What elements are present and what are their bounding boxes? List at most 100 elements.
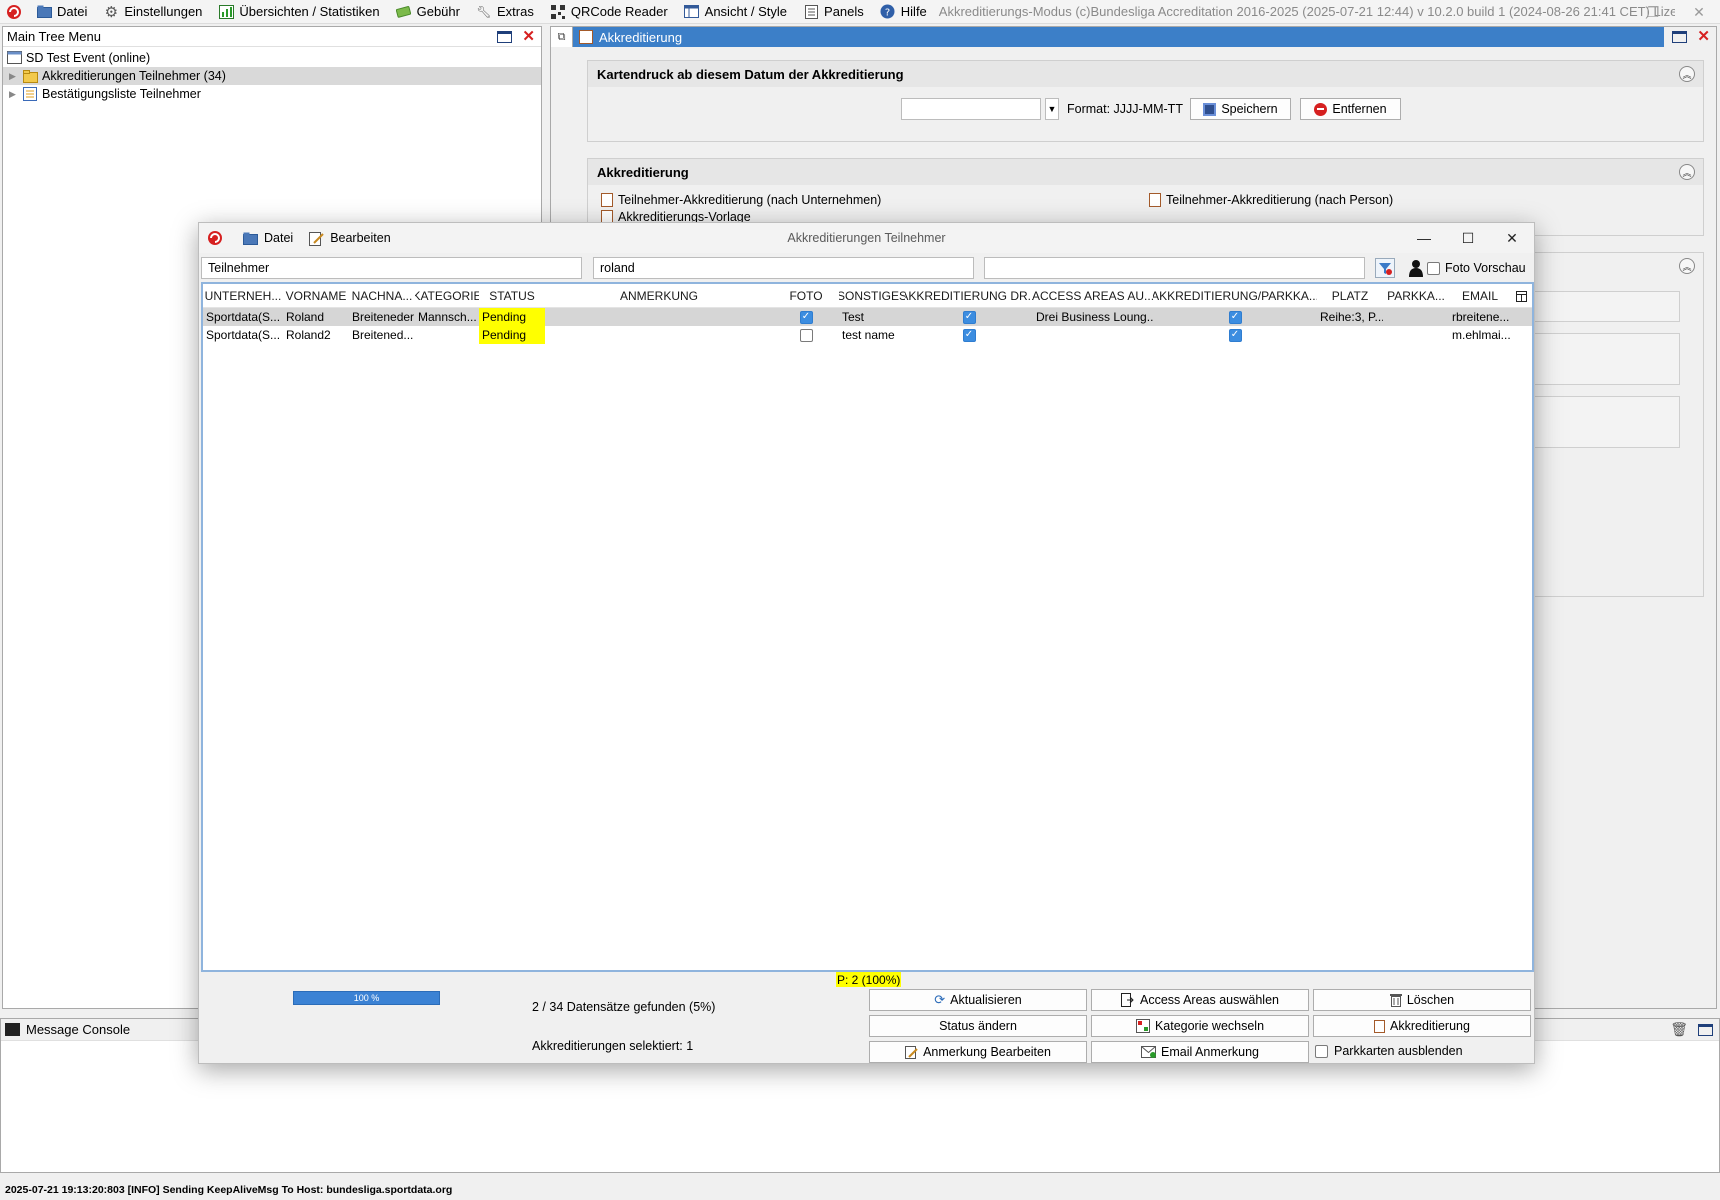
col-header-parkkarte[interactable]: PARKKA... <box>1383 284 1449 308</box>
cell-nachname: Breitened... <box>352 328 414 342</box>
maximize-dialog-button[interactable]: ☐ <box>1446 223 1490 253</box>
date-dropdown-button[interactable]: ▼ <box>1045 98 1059 120</box>
parkkarten-ausblenden-label: Parkkarten ausblenden <box>1334 1044 1463 1058</box>
filter-type-input[interactable] <box>201 257 582 279</box>
kartendruck-section: Kartendruck ab diesem Datum der Akkredit… <box>587 60 1704 142</box>
menu-gebuehr[interactable]: Gebühr <box>388 0 468 23</box>
col-header-sonstiges[interactable]: SONSTIGES <box>839 284 905 308</box>
wrench-icon: 🔧︎ <box>476 4 492 19</box>
filter-extra-input[interactable] <box>984 257 1365 279</box>
save-icon <box>1203 102 1217 116</box>
table-row[interactable]: Sportdata(S... Roland Breiteneder Mannsc… <box>203 308 1532 326</box>
col-header-vorname[interactable]: VORNAME <box>283 284 349 308</box>
collapse-icon[interactable]: ︽ <box>1679 164 1695 180</box>
close-panel-icon[interactable]: ✕ <box>522 29 535 44</box>
akk-druck-checkbox[interactable]: ✓ <box>962 328 976 342</box>
cell-status: Pending <box>479 308 545 326</box>
trash-icon[interactable]: 🗑︎ <box>1670 1021 1688 1038</box>
close-dialog-button[interactable]: ✕ <box>1490 223 1534 253</box>
link-person-label: Teilnehmer-Akkreditierung (nach Person) <box>1166 193 1394 207</box>
menu-extras-label: Extras <box>496 4 534 19</box>
tree-item-event-label: SD Test Event (online) <box>26 51 151 65</box>
date-input[interactable] <box>901 98 1041 120</box>
copy-icon[interactable]: ⧉ <box>551 27 573 47</box>
akk-druck-checkbox[interactable]: ✓ <box>962 310 976 324</box>
collapse-icon[interactable]: ︽ <box>1679 258 1695 274</box>
anmerkung-bearbeiten-button[interactable]: Anmerkung Bearbeiten <box>869 1041 1087 1063</box>
akkreditierungen-dialog: Datei Bearbeiten Akkreditierungen Teilne… <box>198 222 1535 1064</box>
foto-vorschau-checkbox[interactable] <box>1427 262 1440 275</box>
expand-arrow-icon[interactable]: ▶ <box>9 89 19 100</box>
link-person[interactable]: Teilnehmer-Akkreditierung (nach Person) <box>1149 193 1393 207</box>
cell-kategorie: Mannsch... <box>418 310 477 324</box>
column-chooser-icon[interactable] <box>1511 284 1531 308</box>
col-header-foto[interactable]: FOTO <box>773 284 839 308</box>
foto-checkbox[interactable]: ✓ <box>799 310 813 324</box>
dialog-menu-bearbeiten[interactable]: Bearbeiten <box>301 231 398 246</box>
parkkarten-checkbox[interactable] <box>1315 1044 1328 1058</box>
menu-hilfe[interactable]: ? Hilfe <box>872 0 935 23</box>
collapse-icon[interactable]: ︽ <box>1679 66 1695 82</box>
email-anmerkung-button[interactable]: Email Anmerkung <box>1091 1041 1309 1063</box>
filter-search-input[interactable] <box>593 257 974 279</box>
table-row[interactable]: Sportdata(S... Roland2 Breitened... Pend… <box>203 326 1532 344</box>
akk-parkkarte-checkbox[interactable]: ✓ <box>1228 310 1242 324</box>
remove-button[interactable]: Entfernen <box>1299 98 1401 120</box>
anmerkung-bearbeiten-label: Anmerkung Bearbeiten <box>923 1045 1051 1059</box>
status-aendern-button[interactable]: Status ändern <box>869 1015 1087 1037</box>
category-icon <box>1135 1019 1150 1033</box>
menu-qrcode[interactable]: QRCode Reader <box>542 0 676 23</box>
expand-arrow-icon[interactable]: ▶ <box>9 71 19 82</box>
cell-email: rbreitene... <box>1452 310 1510 324</box>
maximize-panel-icon[interactable] <box>1672 31 1688 43</box>
col-header-kategorie[interactable]: KATEGORIE <box>415 284 479 308</box>
col-header-akk-druck[interactable]: AKKREDITIERUNG DR... <box>905 284 1033 308</box>
col-header-nachname[interactable]: NACHNA... <box>349 284 415 308</box>
filter-icon[interactable] <box>1375 258 1395 278</box>
menu-gebuehr-label: Gebühr <box>416 4 460 19</box>
link-company[interactable]: Teilnehmer-Akkreditierung (nach Unterneh… <box>601 193 881 207</box>
list-icon <box>23 87 38 101</box>
cell-anmerkung <box>545 326 773 344</box>
col-header-status[interactable]: STATUS <box>479 284 545 308</box>
menu-datei-label: Datei <box>57 4 88 19</box>
col-header-anmerkung[interactable]: ANMERKUNG <box>545 284 773 308</box>
minimize-dialog-button[interactable]: — <box>1402 223 1446 253</box>
parkkarten-ausblenden-toggle[interactable]: Parkkarten ausblenden <box>1315 1044 1463 1058</box>
access-areas-button[interactable]: Access Areas auswählen <box>1091 989 1309 1011</box>
col-header-platz[interactable]: PLATZ <box>1317 284 1383 308</box>
kategorie-wechseln-button[interactable]: Kategorie wechseln <box>1091 1015 1309 1037</box>
menu-datei[interactable]: Datei <box>28 0 95 23</box>
akkreditierung-button[interactable]: Akkreditierung <box>1313 1015 1531 1037</box>
tree-item-akkreditierungen[interactable]: ▶ Akkreditierungen Teilnehmer (34) <box>3 67 541 85</box>
tree-item-event[interactable]: SD Test Event (online) <box>3 49 541 67</box>
menu-ansicht[interactable]: Ansicht / Style <box>676 0 795 23</box>
restore-window-button[interactable]: ❐ <box>1630 0 1676 23</box>
aktualisieren-button[interactable]: ⟳ Aktualisieren <box>869 989 1087 1011</box>
accreditation-table: UNTERNEH... VORNAME NACHNA... KATEGORIE … <box>201 282 1534 972</box>
trash-icon <box>1389 993 1402 1007</box>
col-header-unternehmen[interactable]: UNTERNEH... <box>203 284 283 308</box>
money-icon <box>396 4 412 20</box>
col-header-akk-parkkarte[interactable]: AKKREDITIERUNG/PARKKA... <box>1153 284 1317 308</box>
menu-uebersichten[interactable]: Übersichten / Statistiken <box>210 0 387 23</box>
loeschen-button[interactable]: Löschen <box>1313 989 1531 1011</box>
maximize-panel-icon[interactable] <box>1698 1023 1713 1036</box>
close-window-button[interactable]: ✕ <box>1676 0 1720 23</box>
cell-sonstiges: Test <box>842 310 865 324</box>
col-header-email[interactable]: EMAIL <box>1449 284 1511 308</box>
menu-extras[interactable]: 🔧︎ Extras <box>468 0 542 23</box>
dialog-menu-datei[interactable]: Datei <box>235 231 301 245</box>
menu-einstellungen[interactable]: ⚙ Einstellungen <box>95 0 210 23</box>
foto-checkbox[interactable] <box>799 328 813 342</box>
edit-icon <box>309 231 324 246</box>
kartendruck-section-title: Kartendruck ab diesem Datum der Akkredit… <box>588 61 1703 87</box>
dialog-title: Akkreditierungen Teilnehmer <box>787 231 946 245</box>
akk-parkkarte-checkbox[interactable]: ✓ <box>1228 328 1242 342</box>
save-button[interactable]: Speichern <box>1189 98 1291 120</box>
maximize-panel-icon[interactable] <box>497 30 513 43</box>
close-panel-icon[interactable]: ✕ <box>1697 29 1710 44</box>
tree-item-bestaetigungsliste[interactable]: ▶ Bestätigungsliste Teilnehmer <box>3 85 541 103</box>
col-header-access-areas[interactable]: ACCESS AREAS AU... <box>1033 284 1153 308</box>
menu-panels[interactable]: Panels <box>795 0 872 23</box>
